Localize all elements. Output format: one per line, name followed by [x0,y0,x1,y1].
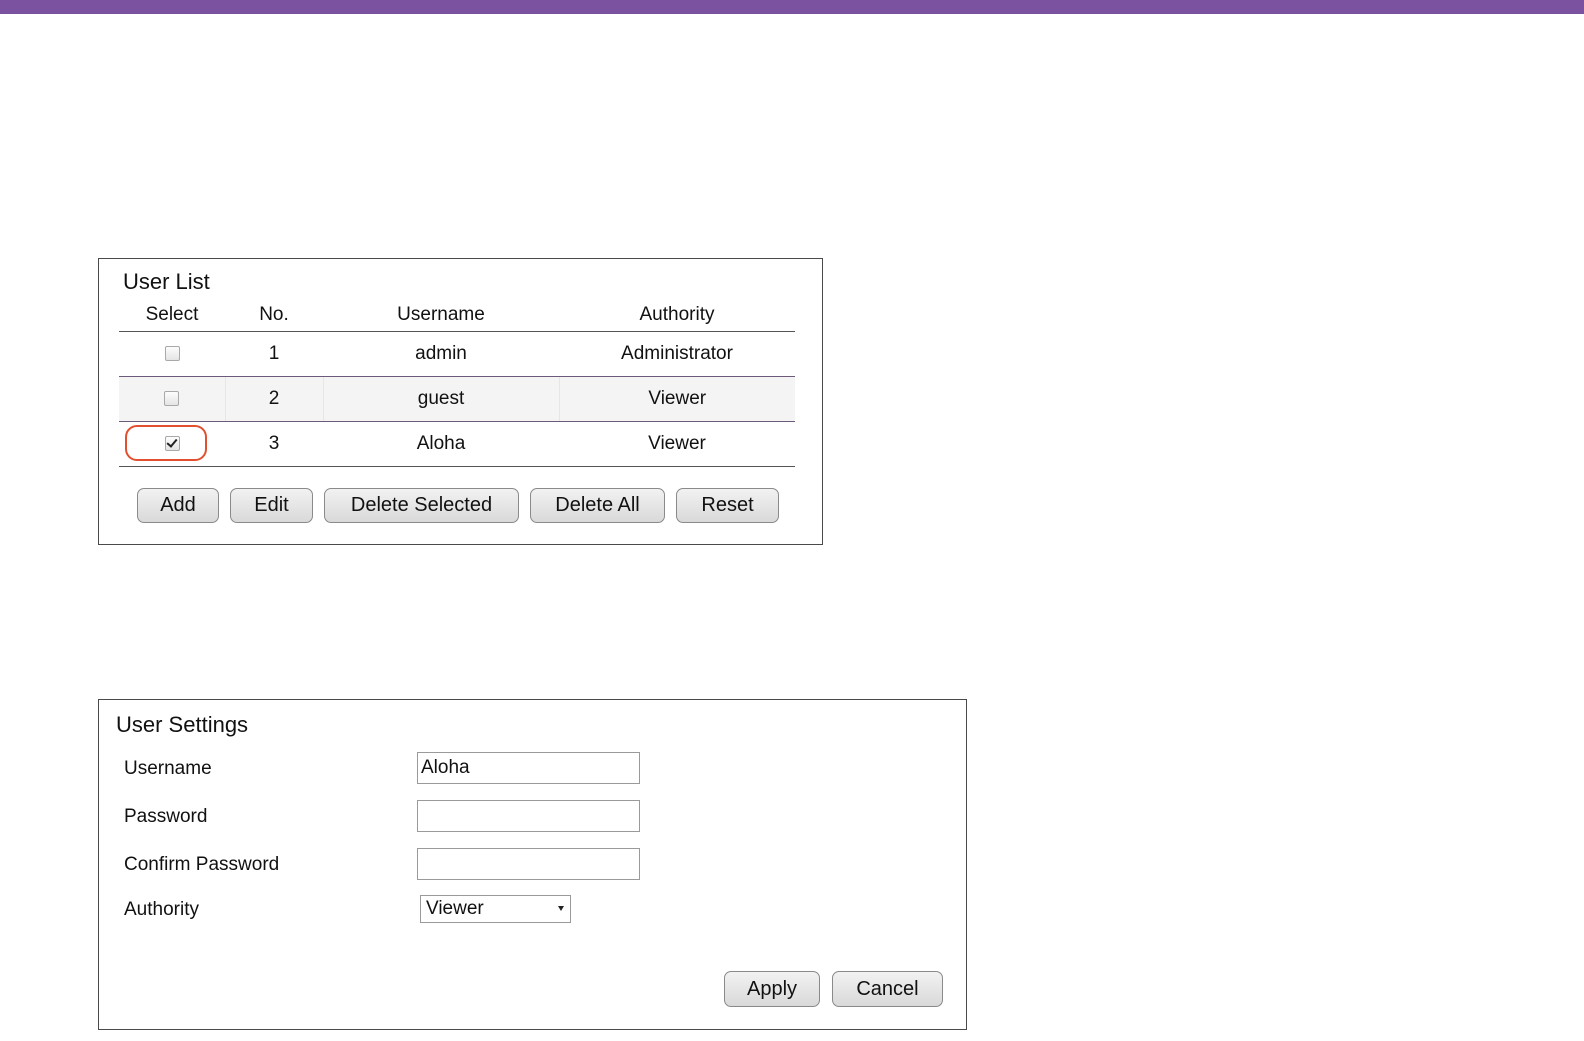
row-select-checkbox[interactable] [164,391,180,407]
apply-button[interactable]: Apply [724,971,820,1007]
row-select-checkbox[interactable] [164,436,180,452]
column-header-username: Username [323,299,559,332]
delete-selected-button[interactable]: Delete Selected [324,488,519,523]
row-number: 3 [225,421,323,467]
row-username: admin [323,331,559,377]
authority-select-value: Viewer [426,898,484,919]
confirm-password-field[interactable] [417,848,640,880]
user-list-panel: User List Select No. Username Authority … [98,258,823,545]
username-field[interactable] [417,752,640,784]
password-label: Password [124,806,208,827]
row-username: guest [322,376,559,422]
delete-all-button[interactable]: Delete All [530,488,665,523]
column-header-authority: Authority [559,299,795,332]
row-select-checkbox[interactable] [164,346,180,362]
table-header-row: Select No. Username Authority [119,299,795,332]
row-username: Aloha [323,421,559,467]
row-number: 2 [224,376,323,422]
row-authority: Administrator [559,331,795,377]
user-settings-panel: User Settings Username Password Confirm … [98,699,967,1030]
user-list-title: User List [123,269,210,294]
cancel-button[interactable]: Cancel [832,971,943,1007]
row-authority: Viewer [559,421,795,467]
add-button[interactable]: Add [137,488,219,523]
row-number: 1 [225,331,323,377]
chevron-down-icon [558,906,564,911]
table-row[interactable]: 1 admin Administrator [119,331,795,377]
password-field[interactable] [417,800,640,832]
authority-select[interactable]: Viewer [420,895,571,923]
user-settings-title: User Settings [116,712,249,737]
table-row[interactable]: 3 Aloha Viewer [119,421,795,467]
top-banner [0,0,1584,14]
column-header-select: Select [119,299,225,332]
table-row[interactable]: 2 guest Viewer [119,376,795,422]
select-cell [119,331,225,377]
column-header-no: No. [225,299,323,332]
username-label: Username [124,758,212,779]
edit-button[interactable]: Edit [230,488,313,523]
confirm-password-label: Confirm Password [124,854,280,875]
select-cell [119,376,225,422]
row-authority: Viewer [558,376,795,422]
authority-label: Authority [124,899,199,920]
select-cell [119,421,225,467]
reset-button[interactable]: Reset [676,488,779,523]
user-table: Select No. Username Authority 1 admin Ad… [119,299,795,467]
